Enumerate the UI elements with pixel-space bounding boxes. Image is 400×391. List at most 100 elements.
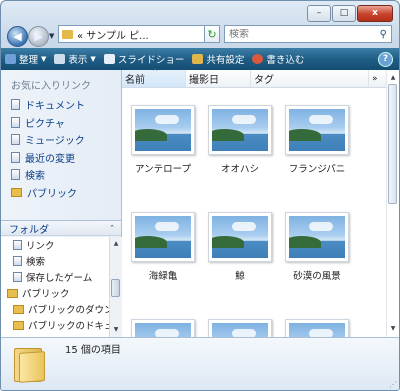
slideshow-icon xyxy=(103,54,115,64)
content-scrollbar[interactable]: ▲ ▼ xyxy=(386,70,399,337)
tree-label: 検索 xyxy=(26,257,46,268)
share-button[interactable]: 共有設定 xyxy=(188,48,248,70)
column-header-tags[interactable]: タグ xyxy=(251,70,369,87)
favorite-link-recent[interactable]: 最近の変更 xyxy=(11,149,85,167)
thumbnail-grid: アンテロープ オオハシ フランジパニ 海緑亀 鯨 砂漠の風景 xyxy=(122,90,387,337)
folder-icon xyxy=(13,304,24,314)
tree-label: 保存したゲーム xyxy=(26,273,93,284)
more-columns-button[interactable]: » xyxy=(369,70,387,87)
address-text: « サンプル ピ... xyxy=(77,30,149,42)
file-name: 海緑亀 xyxy=(148,271,178,282)
file-item-whale[interactable]: 鯨 xyxy=(202,212,278,282)
file-item[interactable] xyxy=(202,319,278,337)
column-header-name[interactable]: ^ 名前 xyxy=(122,68,186,87)
resize-grip-icon[interactable]: ⋰ xyxy=(389,380,397,389)
favorite-label: ピクチャ xyxy=(25,118,65,130)
content-scroll-thumb[interactable] xyxy=(388,84,397,204)
tree-scroll-thumb[interactable] xyxy=(111,279,120,297)
maximize-button[interactable]: □ xyxy=(332,5,356,22)
views-icon xyxy=(54,54,66,64)
folders-label: フォルダ xyxy=(9,224,49,236)
favorite-label: 最近の変更 xyxy=(25,153,75,165)
tree-item-public[interactable]: パブリック xyxy=(1,285,109,301)
link-icon xyxy=(13,240,22,250)
tree-label: パブリックのドキュ xyxy=(28,321,109,332)
scroll-up-icon[interactable]: ▲ xyxy=(388,73,398,83)
search-box[interactable]: ⚲ xyxy=(224,25,392,43)
folder-tree: リンク 検索 保存したゲーム パブリック パブリックのダウン パブリックのドキュ xyxy=(1,237,109,337)
close-button[interactable]: x xyxy=(357,5,393,22)
scroll-up-icon[interactable]: ▲ xyxy=(111,239,121,249)
share-icon xyxy=(192,54,204,64)
image-thumbnail xyxy=(285,319,349,337)
document-icon xyxy=(11,99,20,111)
navigation-pane: お気に入りリンク ドキュメント ピクチャ ミュージック 最近の変更 検索 パブリ… xyxy=(1,70,122,337)
scroll-down-icon[interactable]: ▼ xyxy=(388,324,398,334)
sort-ascending-icon: ^ xyxy=(152,68,158,76)
views-label: 表示 xyxy=(68,55,88,66)
caption-buttons: – □ x xyxy=(307,5,393,22)
file-item-frangipani[interactable]: フランジパニ xyxy=(279,105,355,175)
back-button[interactable]: ◀ xyxy=(7,26,28,47)
file-item-toucan[interactable]: オオハシ xyxy=(202,105,278,175)
tree-item-public-downloads[interactable]: パブリックのダウン xyxy=(1,301,109,317)
image-thumbnail xyxy=(208,212,272,262)
tree-scrollbar[interactable]: ▲ ▼ xyxy=(109,237,122,337)
recent-icon xyxy=(11,151,20,163)
slideshow-button[interactable]: スライドショー xyxy=(100,48,189,70)
minimize-button[interactable]: – xyxy=(307,5,331,22)
image-thumbnail xyxy=(131,212,195,262)
refresh-button[interactable]: ↻ xyxy=(204,25,220,43)
favorite-link-public[interactable]: パブリック xyxy=(11,184,85,202)
file-name: フランジパニ xyxy=(288,164,346,175)
favorite-link-pictures[interactable]: ピクチャ xyxy=(11,114,85,132)
burn-button[interactable]: 書き込む xyxy=(248,48,308,70)
address-bar[interactable]: « サンプル ピ... ▼ xyxy=(58,25,216,43)
file-item-desert-landscape[interactable]: 砂漠の風景 xyxy=(279,212,355,282)
views-button[interactable]: 表示 ▼ xyxy=(50,48,99,70)
file-item-antelope[interactable]: アンテロープ xyxy=(125,105,201,175)
image-thumbnail xyxy=(131,319,195,337)
favorite-links: ドキュメント ピクチャ ミュージック 最近の変更 検索 パブリック xyxy=(11,96,85,201)
tree-label: パブリック xyxy=(22,289,70,300)
organize-button[interactable]: 整理 ▼ xyxy=(1,48,50,70)
image-thumbnail xyxy=(208,319,272,337)
column-headers: ^ 名前 撮影日 タグ » xyxy=(122,68,387,88)
favorite-link-music[interactable]: ミュージック xyxy=(11,131,85,149)
file-item-green-sea-turtle[interactable]: 海緑亀 xyxy=(125,212,201,282)
column-label: 撮影日 xyxy=(189,75,219,86)
file-name: アンテロープ xyxy=(134,164,192,175)
file-item[interactable] xyxy=(125,319,201,337)
tree-item-saved-games[interactable]: 保存したゲーム xyxy=(1,269,109,285)
favorite-link-documents[interactable]: ドキュメント xyxy=(11,96,85,114)
favorites-title: お気に入りリンク xyxy=(11,81,91,92)
search-icon[interactable]: ⚲ xyxy=(380,29,391,40)
forward-button[interactable]: ▶ xyxy=(28,26,49,47)
tree-item-public-documents[interactable]: パブリックのドキュ xyxy=(1,317,109,333)
picture-icon xyxy=(11,116,20,128)
share-label: 共有設定 xyxy=(206,55,245,66)
item-count: 15 個の項目 xyxy=(65,345,121,356)
chevron-up-icon: ⌃ xyxy=(109,224,115,232)
tree-item-search[interactable]: 検索 xyxy=(1,253,109,269)
tree-label: パブリックのダウン xyxy=(28,305,109,316)
search-input[interactable] xyxy=(229,28,369,40)
tree-item-links[interactable]: リンク xyxy=(1,237,109,253)
recent-pages-dropdown[interactable]: ▼ xyxy=(49,32,54,40)
favorite-label: パブリック xyxy=(27,188,77,200)
file-name: オオハシ xyxy=(220,164,259,175)
scroll-down-icon[interactable]: ▼ xyxy=(111,325,121,335)
folders-toggle[interactable]: フォルダ ⌃ xyxy=(1,220,121,236)
favorite-label: 検索 xyxy=(25,171,45,183)
column-header-date-taken[interactable]: 撮影日 xyxy=(186,70,251,87)
burn-icon xyxy=(252,54,264,64)
explorer-window: – □ x ◀ ▶ ▼ « サンプル ピ... ▼ ↻ ⚲ 整理 ▼ 表示 ▼ … xyxy=(0,0,400,391)
folder-icon xyxy=(13,320,24,330)
file-item[interactable] xyxy=(279,319,355,337)
column-label: » xyxy=(372,73,378,84)
image-thumbnail xyxy=(131,105,195,155)
favorite-label: ミュージック xyxy=(25,136,85,148)
help-icon[interactable]: ? xyxy=(378,51,393,67)
image-thumbnail xyxy=(208,105,272,155)
favorite-link-search[interactable]: 検索 xyxy=(11,166,85,184)
